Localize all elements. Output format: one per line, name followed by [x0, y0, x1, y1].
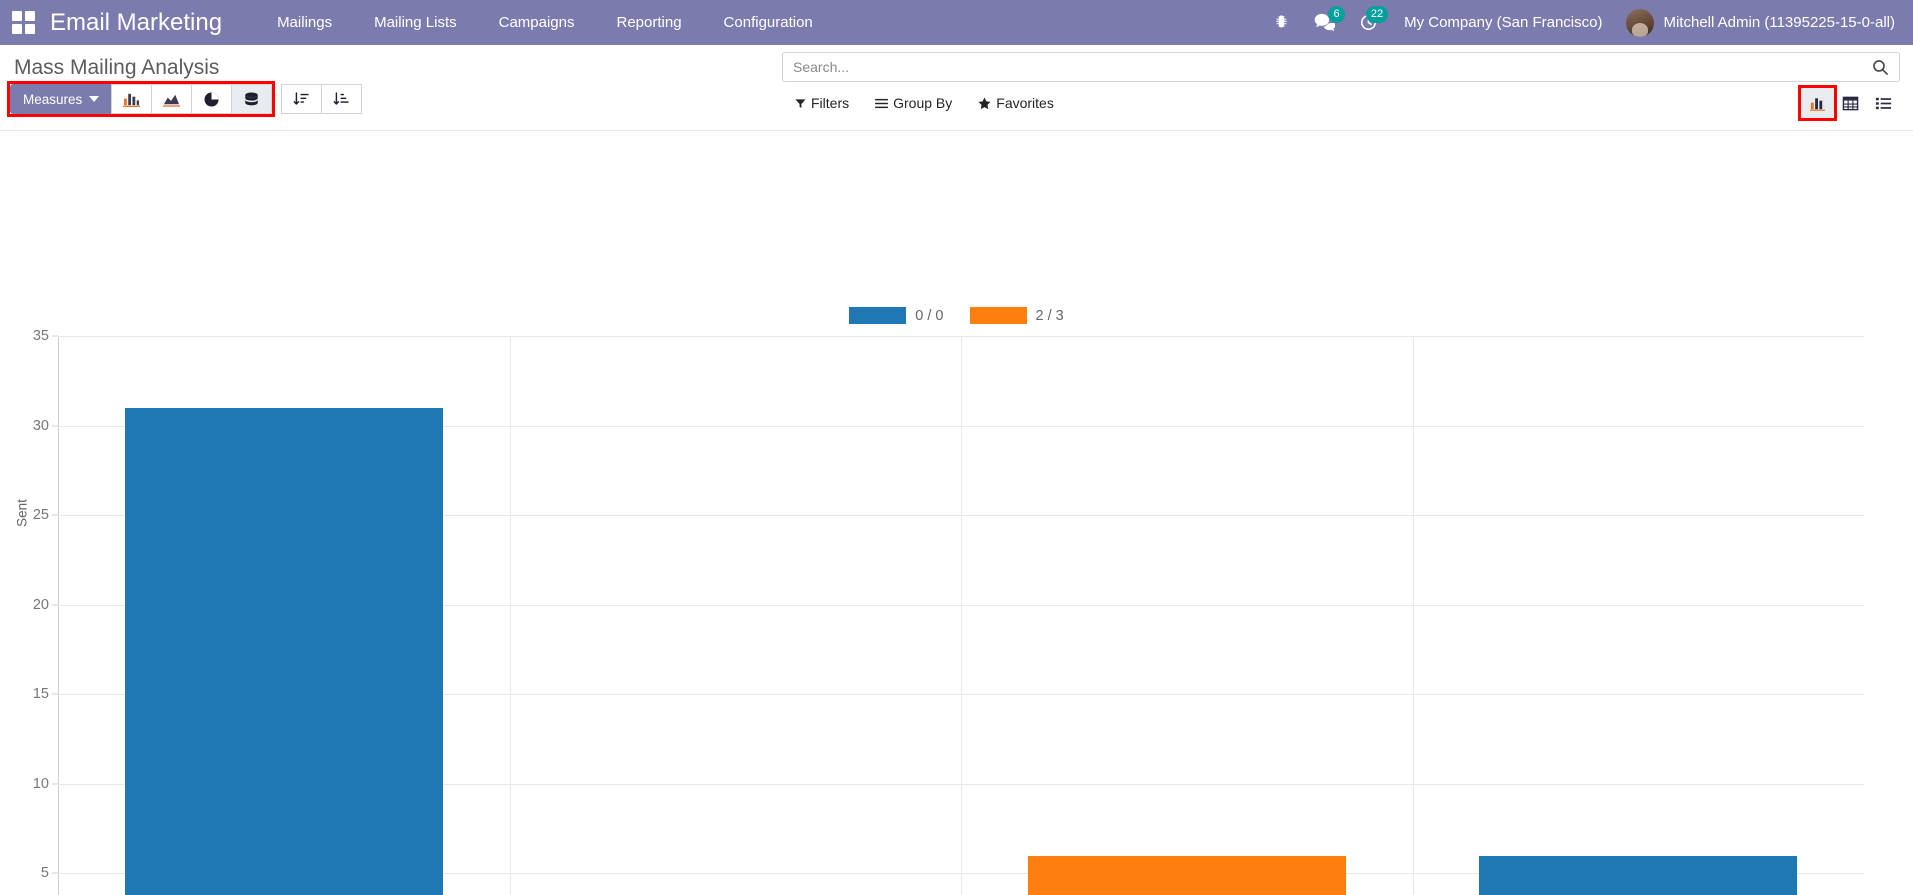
star-icon [978, 97, 991, 109]
chat-bubble-icon[interactable]: 6 [1302, 0, 1347, 45]
legend-label: 2 / 3 [1035, 307, 1064, 324]
bar-group: Newsletter 1 [961, 336, 1413, 895]
y-tick-label: 20 [32, 596, 49, 613]
menu-item-campaigns[interactable]: Campaigns [478, 8, 596, 37]
legend-item[interactable]: 2 / 3 [969, 307, 1064, 324]
list-view-icon[interactable] [1867, 88, 1900, 118]
y-tick-label: 30 [32, 417, 49, 434]
search-facets-row: Filters Group By Favorites [782, 85, 1900, 121]
messages-count-badge: 6 [1328, 6, 1346, 23]
avatar [1626, 8, 1655, 37]
search-dropdowns: Filters Group By Favorites [782, 90, 1067, 116]
filters-dropdown[interactable]: Filters [782, 90, 862, 116]
top-navbar: Email Marketing Mailings Mailing Lists C… [0, 0, 1913, 45]
control-panel: Mass Mailing Analysis Measures Search...… [0, 45, 1913, 131]
user-menu-label: Mitchell Admin (11395225-15-0-all) [1663, 14, 1895, 31]
area-chart-icon[interactable] [151, 84, 193, 114]
bar-group: Lead Recall [58, 336, 510, 895]
company-switcher[interactable]: My Company (San Francisco) [1390, 14, 1616, 31]
group-by-label: Group By [893, 95, 953, 111]
menu-item-mailing-lists[interactable]: Mailing Lists [353, 8, 478, 37]
legend-label: 0 / 0 [915, 307, 944, 324]
apps-grid-icon[interactable] [10, 10, 36, 36]
measures-button[interactable]: Measures [10, 84, 113, 114]
view-switcher [1798, 85, 1900, 121]
search-icon[interactable] [1866, 59, 1889, 76]
search-box[interactable] [782, 52, 1900, 82]
y-tick-label: 35 [32, 328, 49, 344]
filter-icon [795, 98, 806, 108]
systray: 6 22 My Company (San Francisco) Mitchell… [1261, 0, 1899, 45]
bar[interactable] [124, 407, 443, 895]
bars-container: Lead RecallNew Sale on all T-Shirt 2021-… [58, 336, 1864, 895]
menu-item-mailings[interactable]: Mailings [256, 8, 353, 37]
pivot-view-icon[interactable] [1834, 88, 1867, 118]
y-tick-label: 5 [40, 865, 49, 882]
sort-descending-icon[interactable] [281, 84, 323, 114]
menu-item-configuration[interactable]: Configuration [703, 8, 834, 37]
bar[interactable] [1479, 855, 1798, 895]
sort-controls-group [281, 84, 363, 114]
legend-swatch [969, 307, 1027, 324]
legend-item[interactable]: 0 / 0 [849, 307, 944, 324]
app-brand-title[interactable]: Email Marketing [50, 9, 222, 37]
clock-activity-icon[interactable]: 22 [1347, 0, 1390, 45]
bar[interactable] [1027, 855, 1346, 895]
stacked-icon[interactable] [231, 84, 273, 114]
graph-controls-group: Measures [6, 81, 276, 117]
graph-view-icon[interactable] [1798, 85, 1837, 121]
plot-area: 05101520253035 Lead RecallNew Sale on al… [33, 328, 1864, 895]
favorites-dropdown[interactable]: Favorites [965, 90, 1067, 116]
bug-icon[interactable] [1261, 0, 1302, 45]
favorites-label: Favorites [996, 95, 1054, 111]
chart-legend: 0 / 0 2 / 3 [0, 307, 1913, 324]
measures-button-label: Measures [23, 91, 83, 107]
legend-swatch [849, 307, 907, 324]
menu-item-reporting[interactable]: Reporting [596, 8, 703, 37]
bar-chart-icon[interactable] [111, 84, 153, 114]
user-menu[interactable]: Mitchell Admin (11395225-15-0-all) [1616, 8, 1899, 37]
y-tick-label: 10 [32, 775, 49, 792]
y-axis-title: Sent [14, 499, 30, 527]
bar-group: Sale Promotion 1 [1413, 336, 1865, 895]
y-tick-label: 15 [32, 686, 49, 703]
pie-chart-icon[interactable] [191, 84, 233, 114]
graph-view: 0 / 0 2 / 3 Sent 05101520253035 Lead Rec… [0, 131, 1913, 895]
activities-count-badge: 22 [1365, 6, 1389, 23]
group-by-icon [875, 98, 889, 108]
search-area: Filters Group By Favorites [782, 52, 1900, 121]
main-menu: Mailings Mailing Lists Campaigns Reporti… [256, 8, 834, 37]
search-input[interactable] [793, 59, 1866, 75]
group-by-dropdown[interactable]: Group By [862, 90, 965, 116]
sort-ascending-icon[interactable] [321, 84, 363, 114]
filters-label: Filters [811, 95, 850, 111]
bar-group: New Sale on all T-Shirt 2021-12-04 08:20… [510, 336, 962, 895]
chevron-down-icon [89, 96, 100, 102]
y-tick-label: 25 [32, 507, 49, 524]
